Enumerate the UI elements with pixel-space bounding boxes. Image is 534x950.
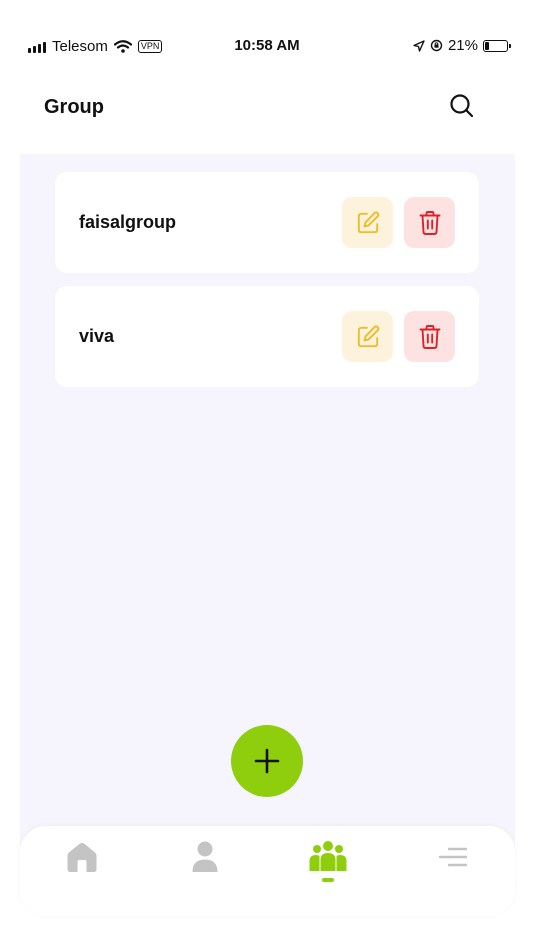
- edit-icon: [357, 210, 379, 233]
- nav-menu[interactable]: [423, 840, 483, 904]
- edit-button[interactable]: [342, 311, 393, 362]
- trash-icon: [419, 210, 440, 235]
- battery-percent: 21%: [447, 37, 478, 54]
- plus-icon: [254, 748, 280, 774]
- group-card[interactable]: faisalgroup: [55, 172, 479, 273]
- header: Group: [0, 80, 534, 136]
- group-icon: [309, 841, 347, 871]
- nav-groups[interactable]: [298, 840, 358, 904]
- active-indicator: [322, 878, 334, 882]
- delete-button[interactable]: [404, 197, 455, 248]
- status-right: 21%: [413, 37, 511, 54]
- menu-icon: [438, 847, 468, 867]
- home-icon: [67, 843, 97, 872]
- group-name: faisalgroup: [79, 212, 177, 232]
- group-card[interactable]: viva: [55, 286, 479, 387]
- add-group-button[interactable]: [231, 725, 303, 797]
- edit-button[interactable]: [342, 197, 393, 248]
- user-icon: [192, 841, 218, 872]
- search-icon: [450, 94, 474, 118]
- trash-icon: [419, 324, 440, 349]
- page-title: Group: [44, 96, 104, 118]
- search-button[interactable]: [446, 90, 478, 122]
- group-name: viva: [79, 326, 115, 346]
- edit-icon: [357, 324, 379, 347]
- rotation-lock-icon: [430, 39, 443, 52]
- delete-button[interactable]: [404, 311, 455, 362]
- battery-icon: [483, 39, 511, 52]
- location-arrow-icon: [413, 39, 425, 52]
- nav-home[interactable]: [52, 840, 112, 904]
- bottom-nav: [20, 826, 515, 916]
- nav-profile[interactable]: [175, 840, 235, 904]
